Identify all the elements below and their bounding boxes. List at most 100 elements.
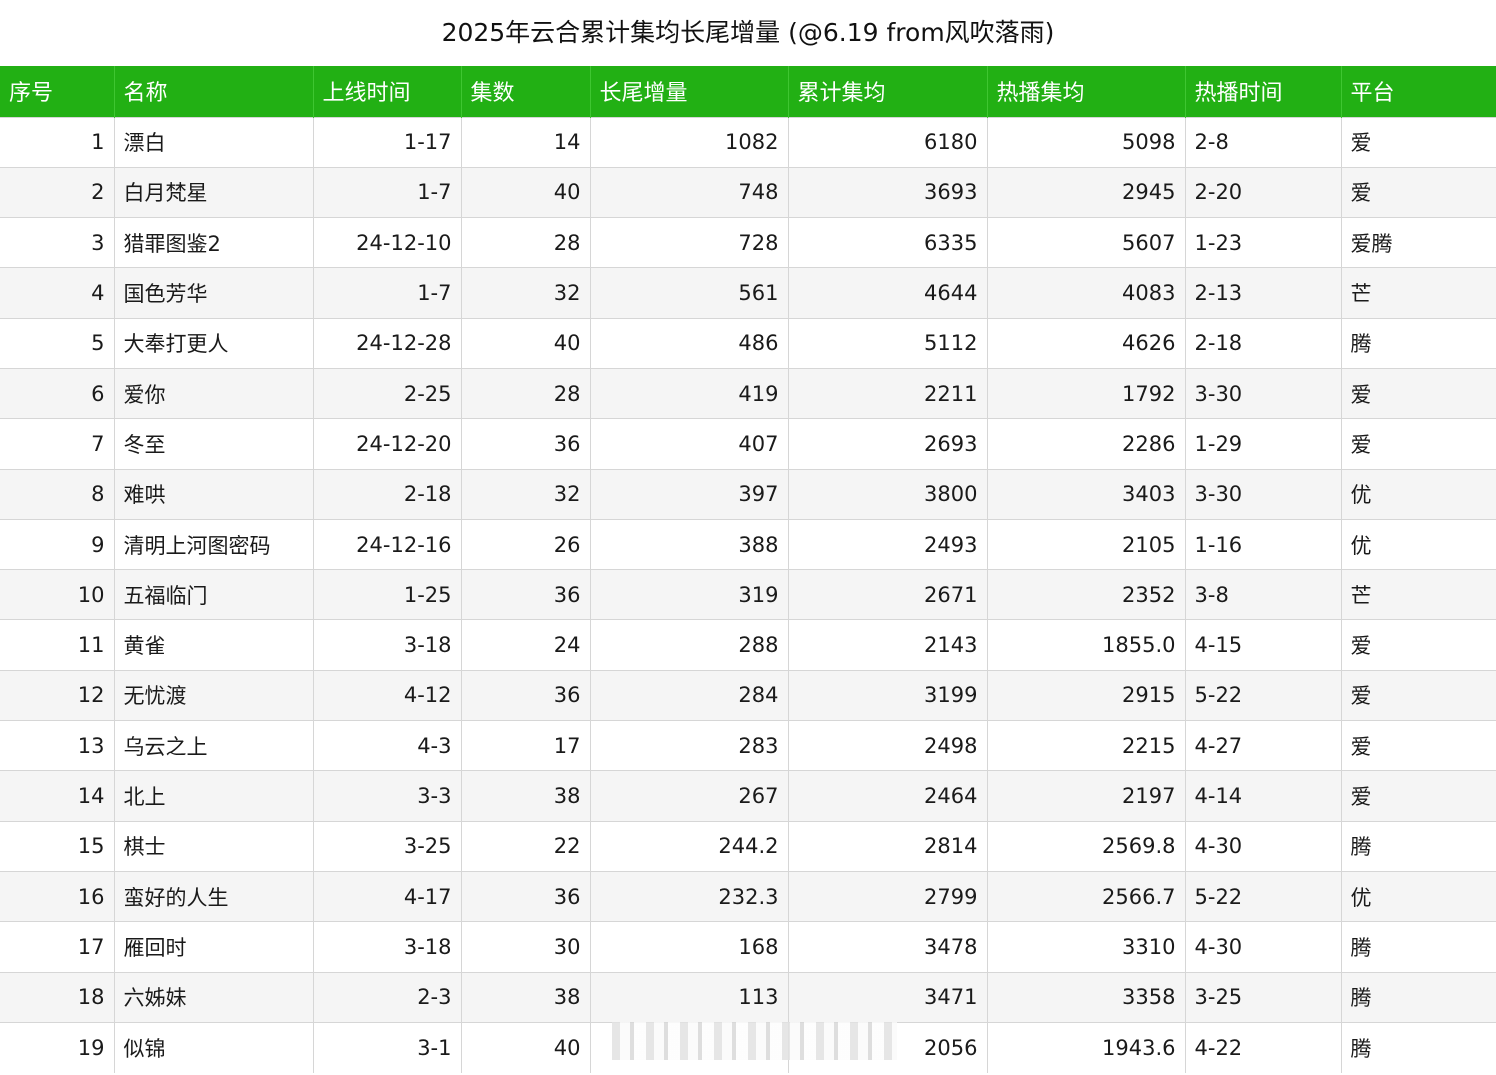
row-episodes-cell: 40 [460,317,590,369]
header-launch-date[interactable]: 上线时间 [312,66,461,117]
row-peak-date-cell: 3-25 [1184,971,1341,1023]
row-launch-date-cell: 3-3 [312,770,461,822]
row-peak-date-cell: 3-8 [1184,569,1341,620]
row-peak-date-cell: 5-22 [1184,870,1341,922]
table-row[interactable]: 16 蛮好的人生 4-17 36 232.3 2799 2566.7 5-22 优 [0,870,1496,922]
header-platform[interactable]: 平台 [1340,66,1496,117]
row-platform-cell: 优 [1340,518,1496,570]
row-cumulative-avg-cell: 2211 [787,367,987,419]
row-peak-date-cell: 4-30 [1184,921,1341,973]
header-long-tail-increase[interactable]: 长尾增量 [589,66,788,117]
row-cumulative-avg-cell: 4644 [787,267,987,319]
row-peak-avg-cell: 2915 [986,669,1185,721]
row-long-tail-increase-cell: 284 [589,669,788,721]
row-long-tail-increase-cell: 388 [589,518,788,570]
row-peak-date-cell: 3-30 [1184,367,1341,419]
row-platform-cell: 爱 [1340,116,1496,168]
table-row[interactable]: 14 北上 3-3 38 267 2464 2197 4-14 爱 [0,770,1496,822]
table-row[interactable]: 11 黄雀 3-18 24 288 2143 1855.0 4-15 爱 [0,619,1496,671]
row-long-tail-increase-cell: 486 [589,317,788,369]
table-row[interactable]: 10 五福临门 1-25 36 319 2671 2352 3-8 芒 [0,569,1496,620]
row-episodes-cell: 36 [460,870,590,922]
row-platform-cell: 芒 [1340,569,1496,620]
table-row[interactable]: 7 冬至 24-12-20 36 407 2693 2286 1-29 爱 [0,418,1496,470]
row-launch-date-cell: 24-12-16 [312,518,461,570]
row-launch-date-cell: 1-25 [312,569,461,620]
row-launch-date-cell: 2-25 [312,367,461,419]
table-row[interactable]: 3 猎罪图鉴2 24-12-10 28 728 6335 5607 1-23 爱腾 [0,217,1496,268]
row-long-tail-increase-cell: 168 [589,921,788,973]
row-name-cell: 黄雀 [113,619,313,671]
row-long-tail-increase-cell: 728 [589,217,788,268]
row-peak-avg-cell: 2197 [986,770,1185,822]
row-peak-date-cell: 2-8 [1184,116,1341,168]
row-episodes-cell: 30 [460,921,590,973]
row-peak-avg-cell: 3358 [986,971,1185,1023]
row-name-cell: 爱你 [113,367,313,419]
table-row[interactable]: 5 大奉打更人 24-12-28 40 486 5112 4626 2-18 腾 [0,317,1496,369]
row-peak-avg-cell: 2569.8 [986,820,1185,872]
table-row[interactable]: 4 国色芳华 1-7 32 561 4644 4083 2-13 芒 [0,267,1496,319]
header-peak-avg[interactable]: 热播集均 [986,66,1185,117]
table-row[interactable]: 6 爱你 2-25 28 419 2211 1792 3-30 爱 [0,367,1496,419]
row-name-cell: 无忧渡 [113,669,313,721]
row-platform-cell: 优 [1340,468,1496,520]
table-row[interactable]: 2 白月梵星 1-7 40 748 3693 2945 2-20 爱 [0,166,1496,218]
table-row[interactable]: 12 无忧渡 4-12 36 284 3199 2915 5-22 爱 [0,669,1496,721]
header-cumulative-avg[interactable]: 累计集均 [787,66,987,117]
row-launch-date-cell: 1-17 [312,116,461,168]
table-row[interactable]: 18 六姊妹 2-3 38 113 3471 3358 3-25 腾 [0,971,1496,1023]
table-row[interactable]: 17 雁回时 3-18 30 168 3478 3310 4-30 腾 [0,921,1496,973]
row-cumulative-avg-cell: 2498 [787,720,987,771]
table-row[interactable]: 1 漂白 1-17 14 1082 6180 5098 2-8 爱 [0,116,1496,168]
row-episodes-cell: 17 [460,720,590,771]
row-peak-avg-cell: 3310 [986,921,1185,973]
row-peak-avg-cell: 2352 [986,569,1185,620]
row-peak-avg-cell: 1792 [986,367,1185,419]
row-platform-cell: 腾 [1340,820,1496,872]
row-cumulative-avg-cell: 2814 [787,820,987,872]
row-episodes-cell: 24 [460,619,590,671]
row-launch-date-cell: 4-17 [312,870,461,922]
row-name-cell: 白月梵星 [113,166,313,218]
row-peak-date-cell: 2-13 [1184,267,1341,319]
row-long-tail-increase-cell: 748 [589,166,788,218]
row-launch-date-cell: 24-12-20 [312,418,461,470]
row-launch-date-cell: 2-18 [312,468,461,520]
header-peak-date[interactable]: 热播时间 [1184,66,1341,117]
row-name-cell: 国色芳华 [113,267,313,319]
row-peak-date-cell: 4-14 [1184,770,1341,822]
row-long-tail-increase-cell: 267 [589,770,788,822]
row-name-cell: 难哄 [113,468,313,520]
row-cumulative-avg-cell: 3199 [787,669,987,721]
row-name-cell: 蛮好的人生 [113,870,313,922]
row-name-cell: 猎罪图鉴2 [113,217,313,268]
header-index[interactable]: 序号 [0,66,114,117]
row-platform-cell: 优 [1340,870,1496,922]
row-index-cell: 17 [0,921,114,973]
header-episodes[interactable]: 集数 [460,66,590,117]
watermark-overlay [612,1022,897,1060]
row-name-cell: 棋士 [113,820,313,872]
row-name-cell: 漂白 [113,116,313,168]
ranking-table: 序号 名称 上线时间 集数 长尾增量 累计集均 热播集均 热播时间 平台 1 漂白… [0,66,1496,1073]
row-peak-date-cell: 2-20 [1184,166,1341,218]
row-cumulative-avg-cell: 2143 [787,619,987,671]
row-platform-cell: 爱 [1340,619,1496,671]
table-row[interactable]: 9 清明上河图密码 24-12-16 26 388 2493 2105 1-16 优 [0,518,1496,570]
row-episodes-cell: 14 [460,116,590,168]
row-platform-cell: 爱 [1340,166,1496,218]
row-name-cell: 五福临门 [113,569,313,620]
row-peak-date-cell: 4-27 [1184,720,1341,771]
row-index-cell: 7 [0,418,114,470]
row-peak-date-cell: 3-30 [1184,468,1341,520]
table-row[interactable]: 15 棋士 3-25 22 244.2 2814 2569.8 4-30 腾 [0,820,1496,872]
table-row[interactable]: 13 乌云之上 4-3 17 283 2498 2215 4-27 爱 [0,720,1496,771]
row-peak-date-cell: 1-16 [1184,518,1341,570]
row-episodes-cell: 22 [460,820,590,872]
header-name[interactable]: 名称 [113,66,313,117]
row-launch-date-cell: 1-7 [312,166,461,218]
table-row[interactable]: 8 难哄 2-18 32 397 3800 3403 3-30 优 [0,468,1496,520]
row-index-cell: 4 [0,267,114,319]
row-long-tail-increase-cell: 283 [589,720,788,771]
